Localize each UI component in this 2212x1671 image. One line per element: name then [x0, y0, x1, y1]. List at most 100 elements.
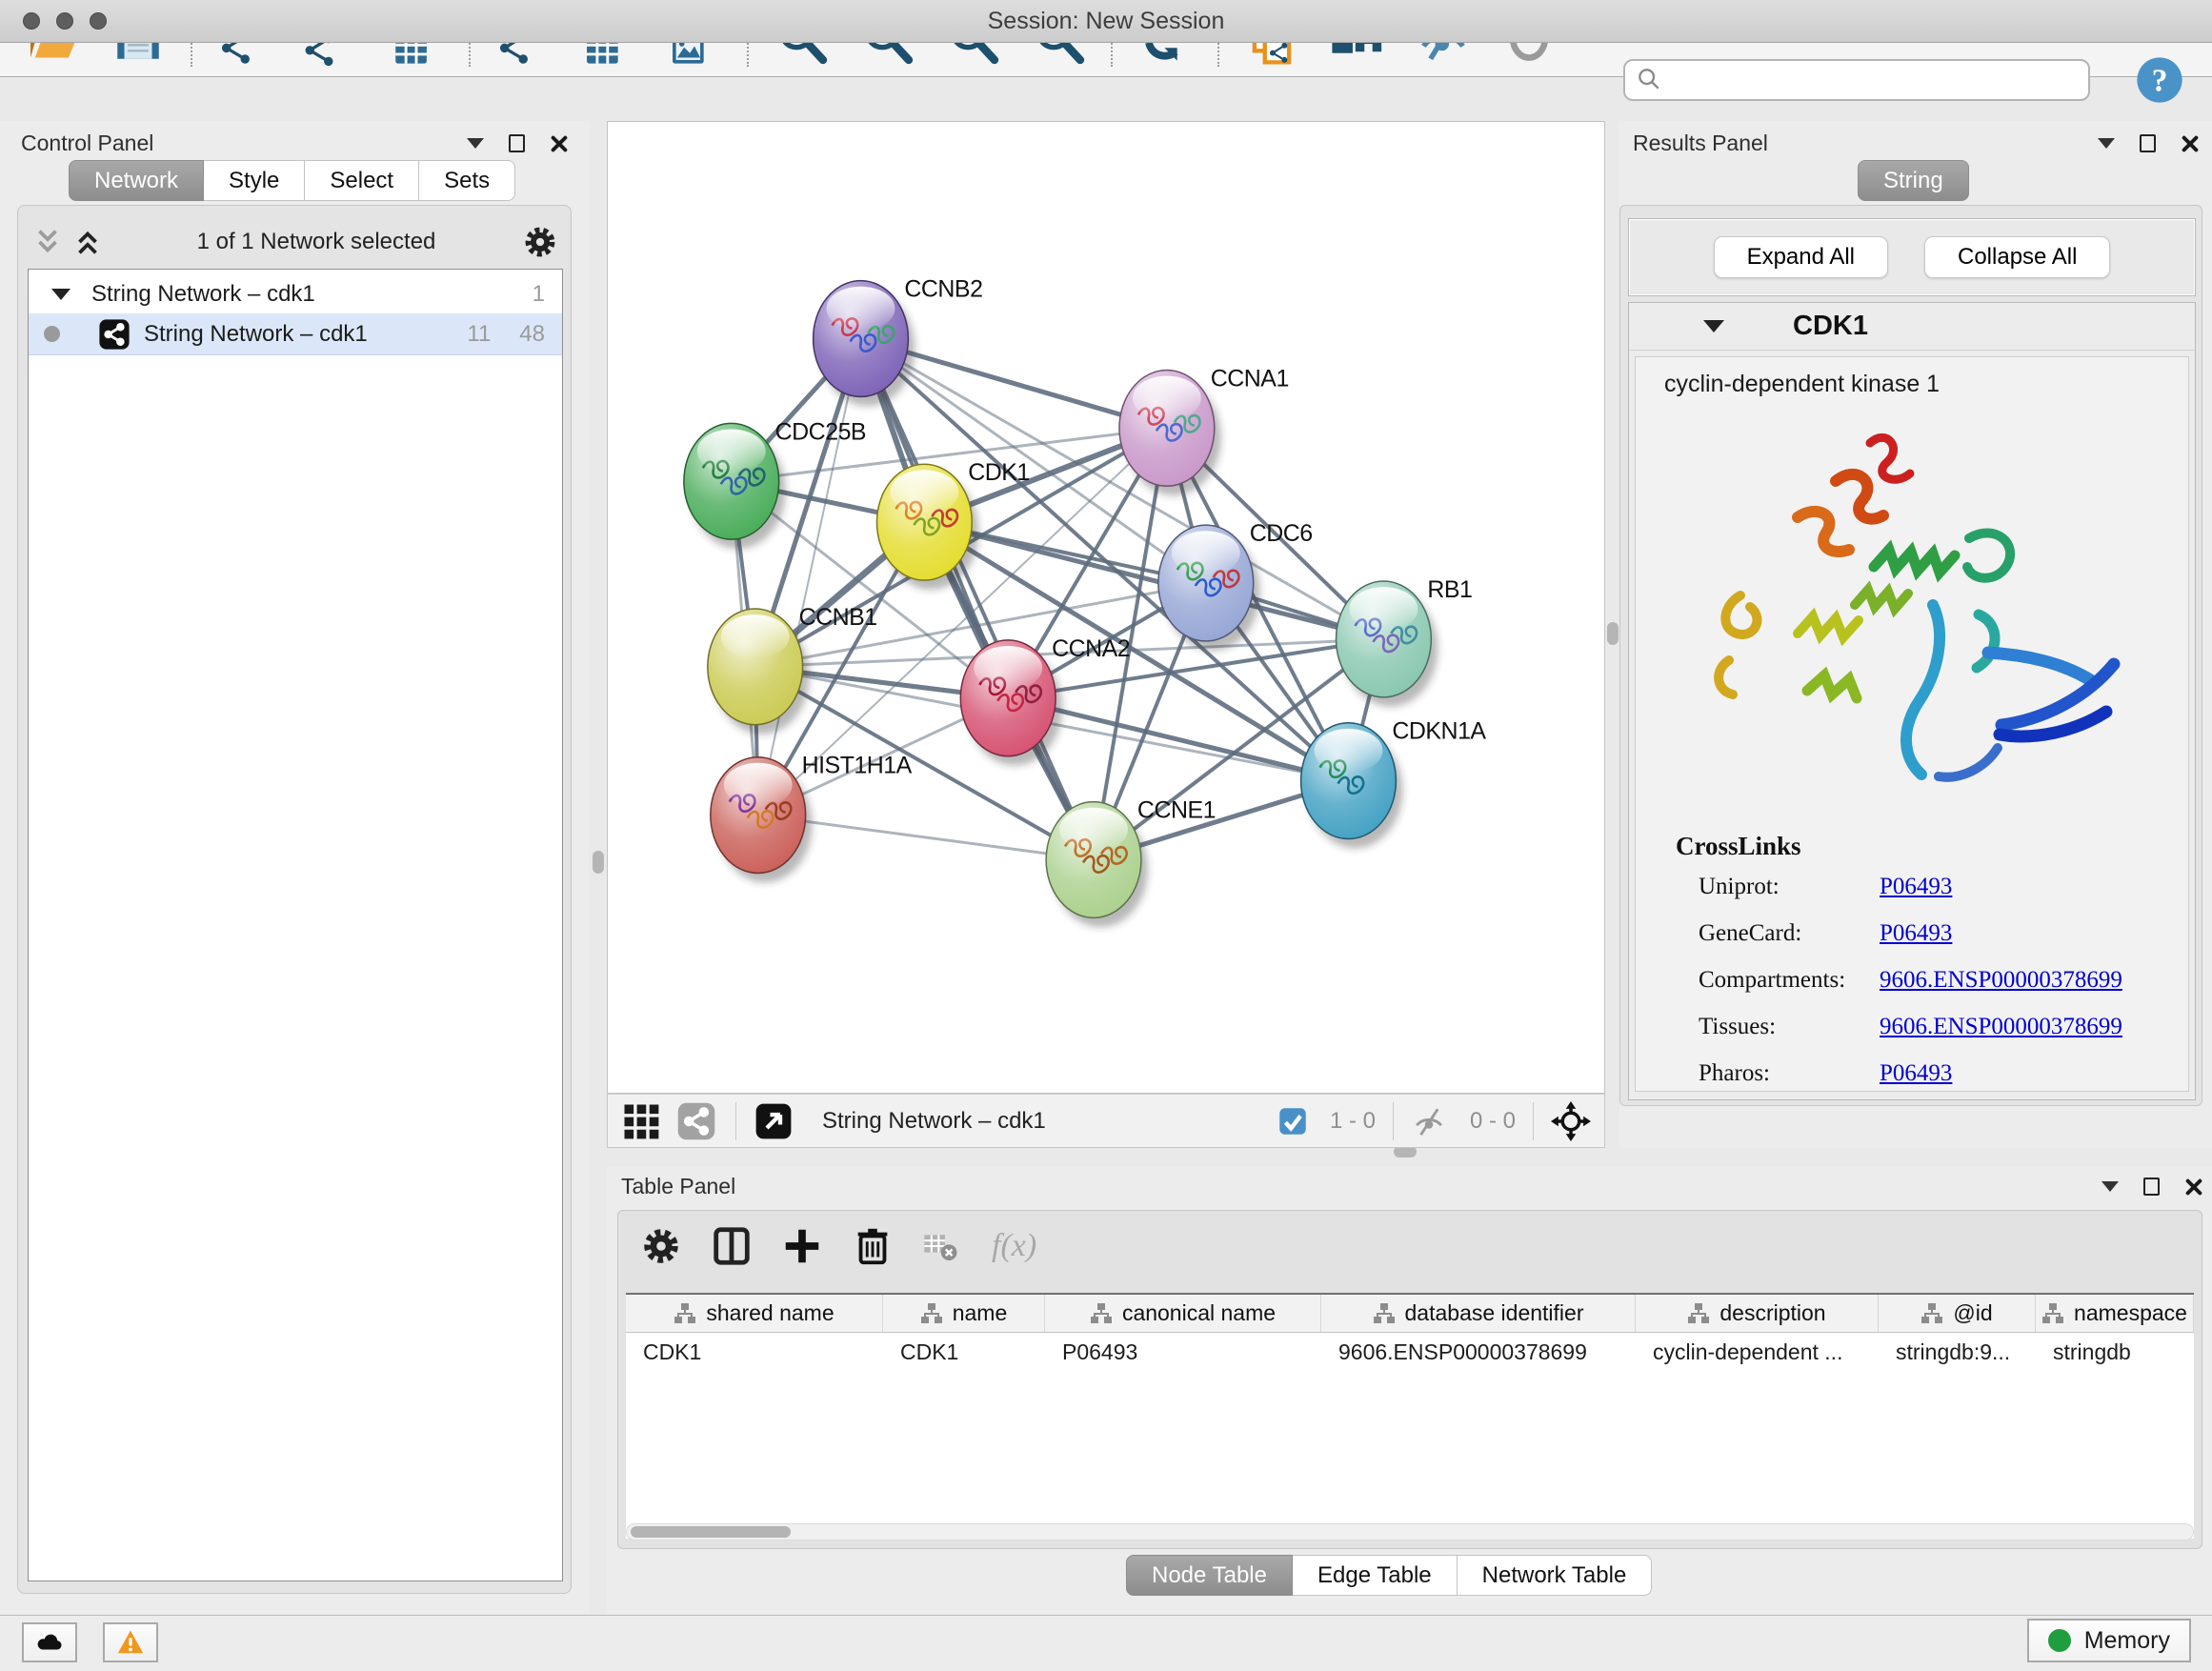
tab-string[interactable]: String [1858, 160, 1969, 201]
network-selected-info: 1 of 1 Network selected [111, 229, 521, 255]
node-table[interactable]: shared namenamecanonical namedatabase id… [626, 1293, 2194, 1539]
network-canvas[interactable]: CCNB2CCNA1CDC25BCDK1CDC6RB1CCNB1CCNA2CDK… [607, 121, 1605, 1094]
table-cell[interactable]: CDK1 [626, 1333, 883, 1371]
network-node-CCNA1[interactable]: CCNA1 [1119, 365, 1289, 495]
hidden-eye-icon [1411, 1105, 1447, 1137]
close-table-icon[interactable] [2184, 1178, 2202, 1196]
table-cell[interactable]: 9606.ENSP00000378699 [1321, 1333, 1636, 1371]
gene-description: cyclin-dependent kinase 1 [1664, 371, 2188, 398]
network-edge [861, 339, 1095, 860]
node-label-CDC25B: CDC25B [775, 418, 866, 445]
crosslink-link[interactable]: 9606.ENSP00000378699 [1880, 1014, 2122, 1040]
float-table-icon[interactable] [2143, 1178, 2160, 1196]
grid-view-icon[interactable] [621, 1101, 661, 1141]
collapse-all-button[interactable]: Collapse All [1924, 236, 2110, 278]
tab-network[interactable]: Network [69, 160, 204, 201]
table-cell[interactable]: P06493 [1045, 1333, 1321, 1371]
column-header-description[interactable]: description [1636, 1295, 1879, 1332]
float-results-icon[interactable] [2140, 134, 2156, 152]
node-label-HIST1H1A: HIST1H1A [802, 753, 913, 779]
scrollbar-thumb[interactable] [631, 1526, 791, 1538]
collection-count: 1 [533, 281, 545, 308]
memory-status-icon [2048, 1629, 2071, 1652]
detach-view-icon[interactable] [754, 1101, 794, 1141]
network-row-selected[interactable]: String Network – cdk1 11 48 [29, 313, 562, 355]
crosslinks-title: CrossLinks [1676, 832, 1801, 861]
search-icon [1635, 65, 1665, 95]
gene-collapse-icon[interactable] [1703, 320, 1724, 332]
search-box[interactable] [1623, 59, 2090, 101]
crosslink-link[interactable]: 9606.ENSP00000378699 [1880, 967, 2122, 994]
right-splitter[interactable] [1605, 121, 1619, 1148]
network-edge [758, 339, 861, 815]
tab-edge-table[interactable]: Edge Table [1293, 1555, 1458, 1596]
show-columns-icon[interactable] [710, 1224, 754, 1268]
network-view-toolbar: String Network – cdk1 1 - 0 0 - 0 [607, 1094, 1605, 1148]
table-gear-icon[interactable] [639, 1224, 683, 1268]
crosslink-label: Compartments: [1699, 967, 1880, 994]
node-label-CDKN1A: CDKN1A [1392, 718, 1486, 745]
collapse-table-icon[interactable] [2101, 1181, 2119, 1192]
left-splitter[interactable] [589, 121, 607, 1615]
memory-button[interactable]: Memory [2027, 1619, 2191, 1662]
help-button[interactable]: ? [2134, 54, 2185, 106]
tab-sets[interactable]: Sets [419, 160, 515, 201]
node-label-CCNE1: CCNE1 [1137, 797, 1216, 824]
bottom-splitter[interactable] [607, 1148, 2212, 1166]
crosslink-label: GeneCard: [1699, 920, 1880, 947]
expand-all-button[interactable]: Expand All [1714, 236, 1888, 278]
close-panel-icon[interactable] [550, 134, 568, 152]
table-horizontal-scrollbar[interactable] [626, 1523, 2194, 1540]
crosslink-label: Pharos: [1699, 1060, 1880, 1087]
crosslink-link[interactable]: P06493 [1880, 920, 1952, 947]
network-icon [98, 318, 131, 351]
delete-column-icon[interactable] [851, 1224, 895, 1268]
tab-node-table[interactable]: Node Table [1126, 1555, 1293, 1596]
network-label: String Network – cdk1 [144, 321, 368, 348]
column-header-@id[interactable]: @id [1879, 1295, 2036, 1332]
crosslink-link[interactable]: P06493 [1880, 874, 1952, 900]
close-results-icon[interactable] [2181, 134, 2199, 152]
network-node-CDKN1A[interactable]: CDKN1A [1301, 718, 1487, 849]
warning-button[interactable] [103, 1622, 158, 1662]
current-network-indicator [44, 326, 60, 342]
network-node-CCNB2[interactable]: CCNB2 [814, 276, 983, 407]
crosslink-link[interactable]: P06493 [1880, 1060, 1952, 1087]
node-label-CCNA1: CCNA1 [1211, 365, 1289, 392]
tab-style[interactable]: Style [204, 160, 305, 201]
network-node-HIST1H1A[interactable]: HIST1H1A [711, 753, 913, 883]
column-header-canonical-name[interactable]: canonical name [1045, 1295, 1321, 1332]
tree-expand-icon[interactable] [51, 289, 70, 300]
collapse-results-icon[interactable] [2098, 138, 2115, 149]
cloud-button[interactable] [22, 1622, 77, 1662]
column-header-database-identifier[interactable]: database identifier [1321, 1295, 1636, 1332]
table-cell[interactable]: CDK1 [883, 1333, 1045, 1371]
tab-select[interactable]: Select [305, 160, 419, 201]
network-view-icon[interactable] [676, 1101, 716, 1141]
table-row[interactable]: CDK1CDK1P064939606.ENSP00000378699cyclin… [626, 1333, 2194, 1371]
expand-all-icon[interactable] [71, 226, 104, 258]
crosslink-row: Tissues:9606.ENSP00000378699 [1699, 1014, 2175, 1040]
tab-network-table[interactable]: Network Table [1458, 1555, 1653, 1596]
network-collection-row[interactable]: String Network – cdk1 1 [29, 275, 562, 313]
table-cell[interactable]: stringdb [2036, 1333, 2194, 1371]
column-header-name[interactable]: name [883, 1295, 1045, 1332]
table-cell[interactable]: cyclin-dependent ... [1636, 1333, 1879, 1371]
gear-icon[interactable] [521, 223, 559, 261]
collapse-all-icon[interactable] [31, 226, 64, 258]
search-input[interactable] [1665, 67, 2065, 93]
network-node-CCNB1[interactable]: CCNB1 [708, 604, 877, 735]
network-node-CCNE1[interactable]: CCNE1 [1046, 797, 1216, 928]
birds-eye-toggle-icon[interactable] [1551, 1101, 1591, 1141]
float-panel-icon[interactable] [509, 134, 525, 152]
column-header-shared-name[interactable]: shared name [626, 1295, 883, 1332]
network-node-CDC25B[interactable]: CDC25B [684, 418, 866, 549]
add-column-icon[interactable] [780, 1224, 824, 1268]
table-cell[interactable]: stringdb:9... [1879, 1333, 2036, 1371]
column-header-namespace[interactable]: namespace [2036, 1295, 2194, 1332]
control-panel-tabs: NetworkStyleSelectSets [69, 160, 515, 201]
collapse-panel-icon[interactable] [467, 138, 484, 149]
selected-checkbox-icon[interactable] [1278, 1107, 1307, 1136]
table-panel-title: Table Panel [621, 1174, 735, 1199]
network-node-RB1[interactable]: RB1 [1337, 576, 1473, 707]
